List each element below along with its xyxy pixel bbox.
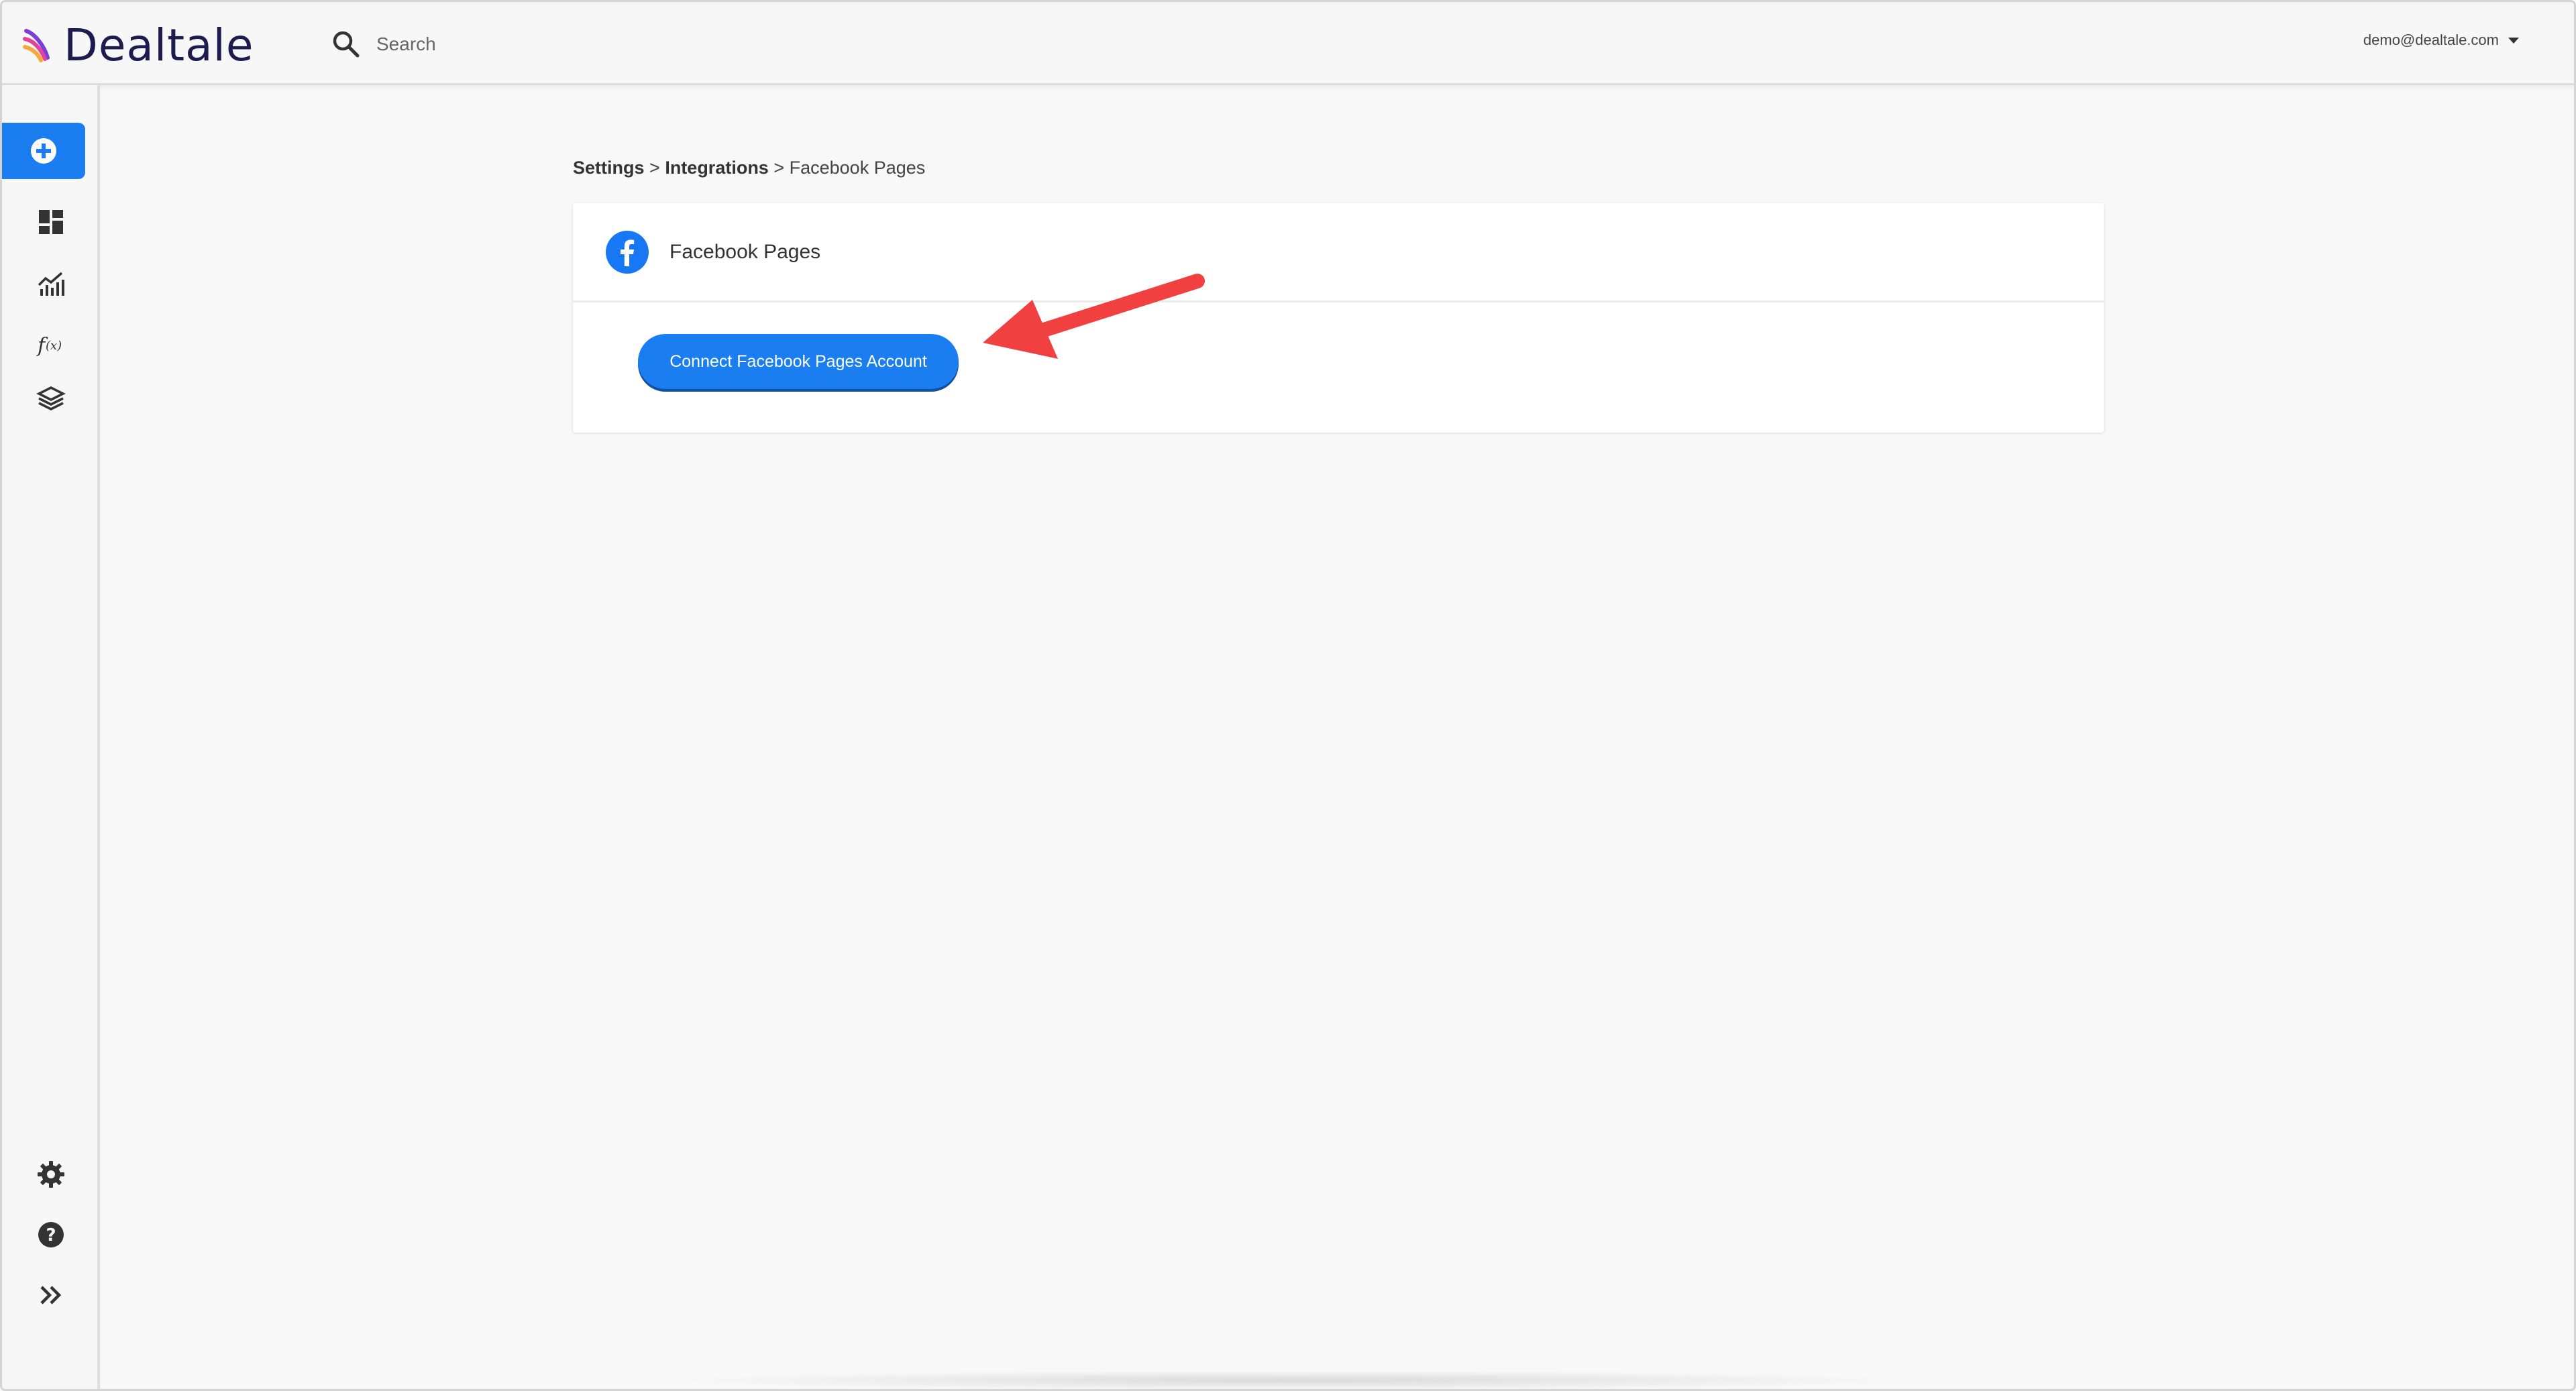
sidebar-item-new[interactable]: [2, 123, 85, 179]
gear-icon: [38, 1161, 64, 1188]
sidebar-item-help[interactable]: ?: [2, 1208, 100, 1262]
dashboard-icon: [39, 210, 63, 234]
breadcrumb-current: Facebook Pages: [789, 158, 926, 178]
function-icon: f (x): [36, 334, 62, 357]
svg-text:(x): (x): [46, 339, 62, 353]
bottom-shadow: [673, 1370, 1907, 1389]
analytics-chart-icon: [38, 272, 64, 296]
search-bar: [331, 29, 645, 60]
dealtale-logo-icon: [23, 29, 50, 62]
layers-icon: [36, 386, 66, 410]
brand-name: Dealtale: [64, 19, 254, 71]
breadcrumb-integrations[interactable]: Integrations: [665, 158, 769, 178]
sidebar-item-formulas[interactable]: f (x): [2, 317, 100, 371]
top-bar: Dealtale demo@dealtale.com: [2, 2, 2574, 85]
expand-chevrons-icon: [40, 1286, 62, 1304]
breadcrumb-separator: >: [649, 158, 665, 178]
facebook-icon: [606, 230, 649, 274]
sidebar-item-analytics[interactable]: [2, 257, 100, 311]
search-icon[interactable]: [331, 29, 362, 60]
card-title: Facebook Pages: [669, 240, 821, 263]
brand-logo[interactable]: Dealtale: [21, 22, 254, 69]
breadcrumb-settings[interactable]: Settings: [573, 158, 645, 178]
card-header: Facebook Pages: [573, 203, 2104, 302]
sidebar: f (x) ?: [2, 85, 100, 1389]
sidebar-item-expand[interactable]: [2, 1268, 100, 1322]
user-menu[interactable]: demo@dealtale.com: [2363, 32, 2519, 49]
user-email: demo@dealtale.com: [2363, 32, 2499, 48]
annotation-arrow-icon: [983, 274, 1205, 359]
integration-card: Facebook Pages Connect Facebook Pages Ac…: [573, 203, 2104, 433]
sidebar-item-dashboards[interactable]: [2, 195, 100, 249]
chevron-down-icon: [2508, 37, 2519, 44]
svg-text:?: ?: [46, 1225, 56, 1245]
sidebar-item-layers[interactable]: [2, 372, 100, 426]
app-window: Dealtale demo@dealtale.com: [0, 0, 2576, 1391]
search-input[interactable]: [376, 34, 645, 55]
breadcrumb: Settings > Integrations > Facebook Pages: [573, 158, 925, 178]
plus-circle-icon: [31, 138, 56, 164]
help-icon: ?: [38, 1222, 64, 1247]
connect-facebook-pages-button[interactable]: Connect Facebook Pages Account: [638, 334, 959, 389]
breadcrumb-separator: >: [773, 158, 790, 178]
sidebar-item-settings[interactable]: [2, 1148, 100, 1201]
